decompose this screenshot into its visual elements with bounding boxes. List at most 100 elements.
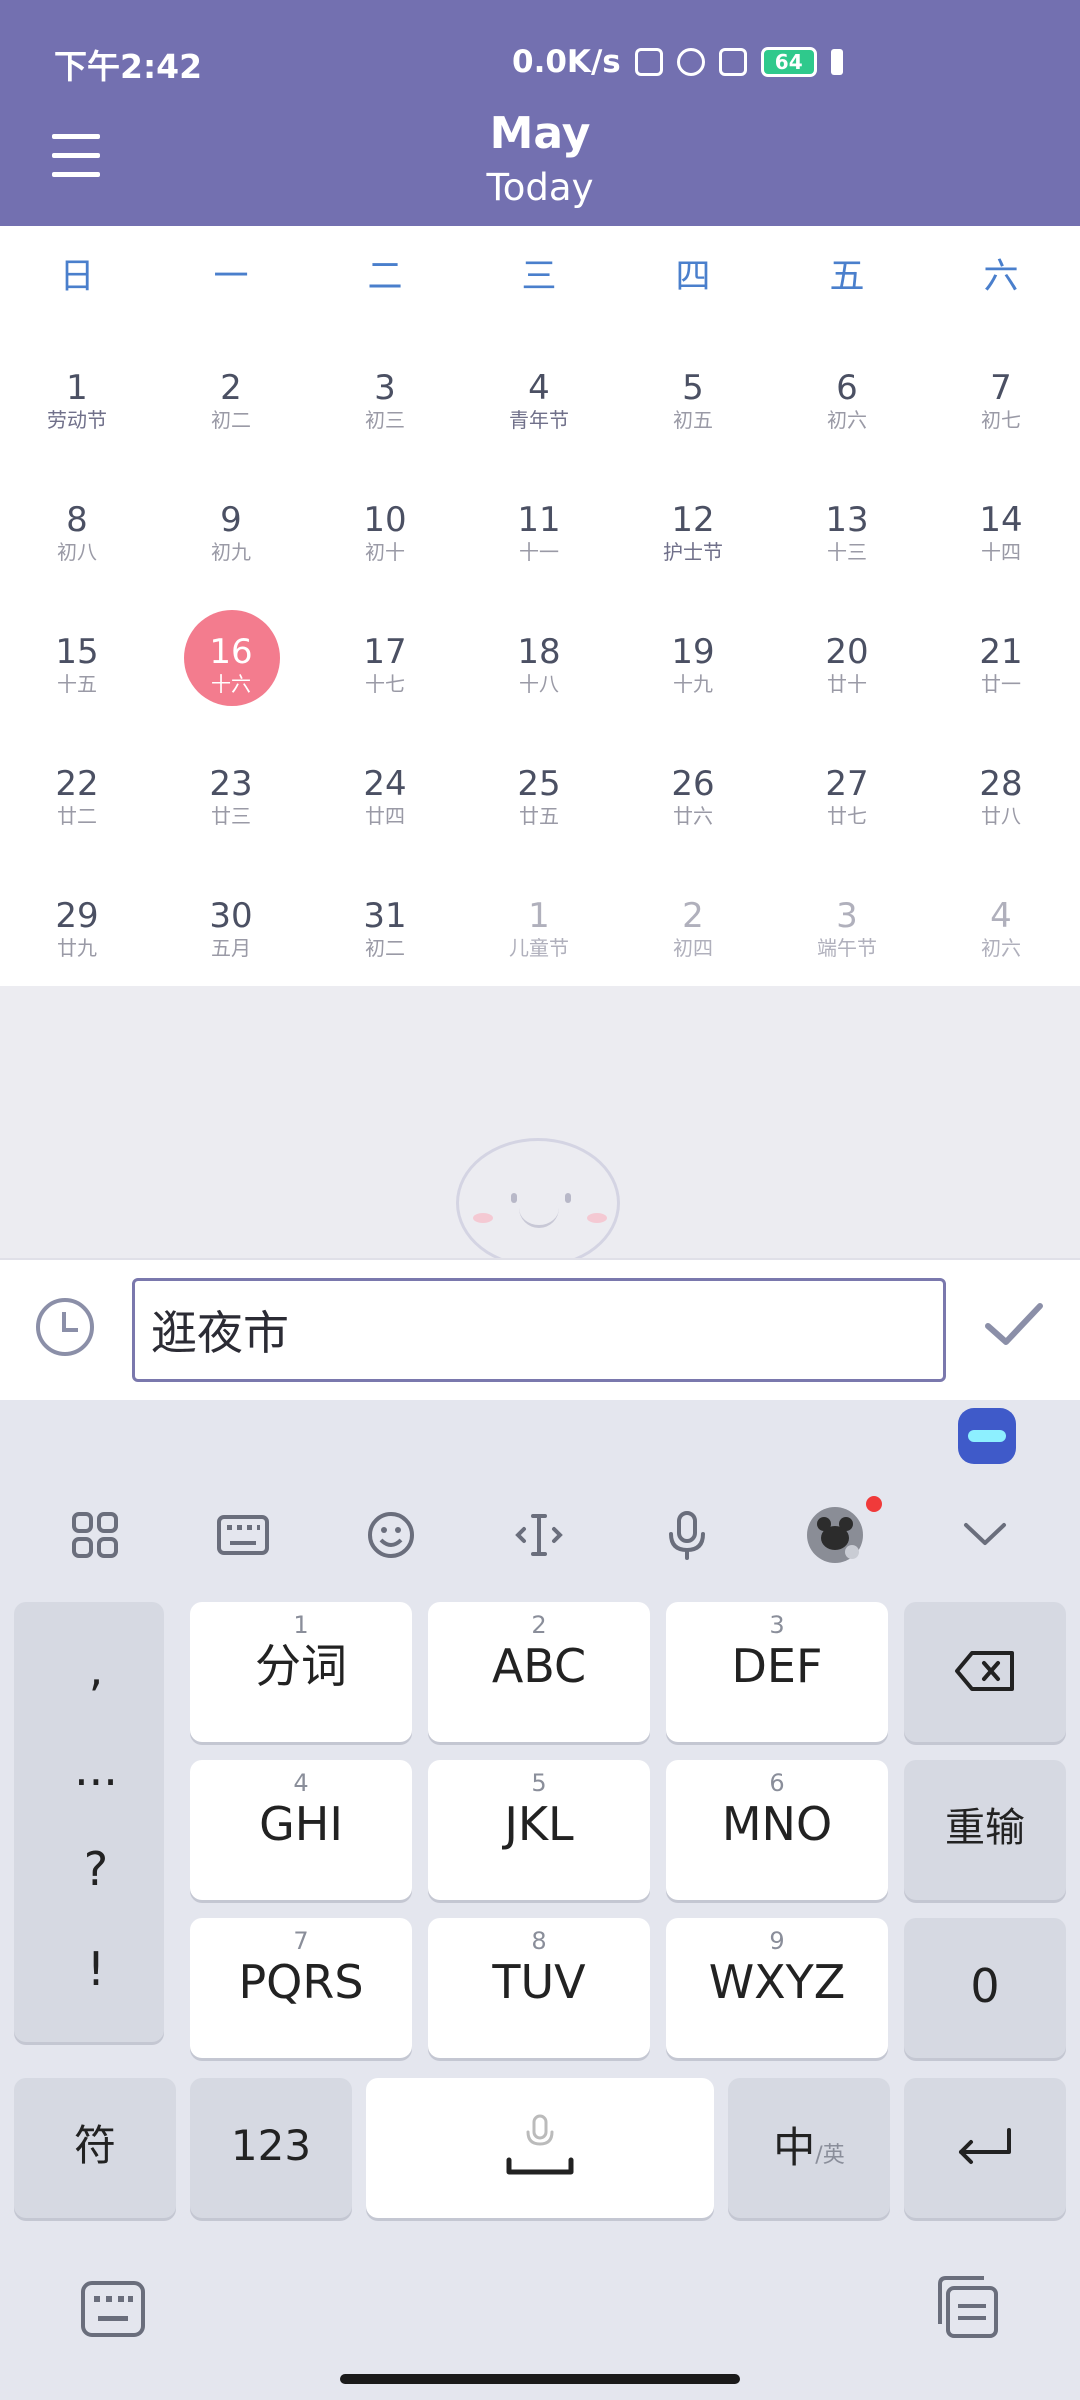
- enter-key[interactable]: [904, 2078, 1066, 2218]
- key-4[interactable]: 4 GHI: [190, 1760, 412, 1900]
- lunar-date: 初六: [827, 408, 867, 432]
- calendar-day[interactable]: 26 廿六: [616, 758, 770, 858]
- calendar-day[interactable]: 3 端午节: [770, 890, 924, 990]
- calendar-day[interactable]: 29 廿九: [0, 890, 154, 990]
- microphone-icon[interactable]: [652, 1500, 722, 1570]
- calendar-day[interactable]: 13 十三: [770, 494, 924, 594]
- notification-dot: [866, 1496, 882, 1512]
- event-title-input[interactable]: [132, 1278, 946, 1382]
- weekday-header: 三: [521, 257, 557, 297]
- calendar-day[interactable]: 11 十一: [462, 494, 616, 594]
- day-number: 20: [825, 632, 869, 672]
- calendar-day[interactable]: 30 五月: [154, 890, 308, 990]
- lunar-date: 廿九: [57, 936, 97, 960]
- calendar-day[interactable]: 20 廿十: [770, 626, 924, 726]
- calendar-day[interactable]: 4 青年节: [462, 362, 616, 462]
- day-number: 2: [682, 896, 704, 936]
- alarm-clock-icon[interactable]: [36, 1298, 94, 1356]
- question-key[interactable]: ?: [14, 1842, 178, 1896]
- clipboard-icon[interactable]: [934, 2274, 1000, 2340]
- calendar-day[interactable]: 31 初二: [308, 890, 462, 990]
- symbols-key[interactable]: 符: [14, 2078, 176, 2218]
- home-indicator[interactable]: [340, 2374, 740, 2384]
- day-number: 11: [517, 500, 561, 540]
- lunar-date: 廿一: [981, 672, 1021, 696]
- key-9[interactable]: 9 WXYZ: [666, 1918, 888, 2058]
- zero-key[interactable]: 0: [904, 1918, 1066, 2058]
- day-number: 19: [671, 632, 715, 672]
- calendar-day[interactable]: 8 初八: [0, 494, 154, 594]
- keyboard-switch-icon[interactable]: [80, 2280, 146, 2338]
- key-3[interactable]: 3 DEF: [666, 1602, 888, 1742]
- calendar-day[interactable]: 5 初五: [616, 362, 770, 462]
- network-speed: 0.0K/s: [512, 44, 621, 80]
- month-title[interactable]: May: [0, 108, 1080, 159]
- mascot-avatar-icon[interactable]: [800, 1500, 870, 1570]
- comma-key[interactable]: ,: [14, 1642, 178, 1696]
- calendar-day[interactable]: 21 廿一: [924, 626, 1078, 726]
- lunar-date: 初七: [981, 408, 1021, 432]
- calendar-day[interactable]: 1 劳动节: [0, 362, 154, 462]
- calendar-day[interactable]: 23 廿三: [154, 758, 308, 858]
- calendar-day[interactable]: 25 廿五: [462, 758, 616, 858]
- calendar-day[interactable]: 3 初三: [308, 362, 462, 462]
- ellipsis-key[interactable]: ...: [14, 1742, 178, 1796]
- cursor-move-icon[interactable]: [504, 1500, 574, 1570]
- lunar-date: 初四: [673, 936, 713, 960]
- key-6[interactable]: 6 MNO: [666, 1760, 888, 1900]
- key-8[interactable]: 8 TUV: [428, 1918, 650, 2058]
- calendar-day[interactable]: 12 护士节: [616, 494, 770, 594]
- calendar-day[interactable]: 27 廿七: [770, 758, 924, 858]
- exclamation-key[interactable]: !: [14, 1942, 178, 1996]
- calendar-day[interactable]: 6 初六: [770, 362, 924, 462]
- language-switch-key[interactable]: 中/英: [728, 2078, 890, 2218]
- weekday-header: 一: [213, 257, 249, 297]
- day-number: 5: [682, 368, 704, 408]
- calendar-day[interactable]: 9 初九: [154, 494, 308, 594]
- calendar-day[interactable]: 18 十八: [462, 626, 616, 726]
- key-1[interactable]: 1 分词: [190, 1602, 412, 1742]
- calendar-day[interactable]: 15 十五: [0, 626, 154, 726]
- collapse-keyboard-icon[interactable]: [950, 1500, 1020, 1570]
- lunar-date: 十三: [827, 540, 867, 564]
- calendar-day[interactable]: 7 初七: [924, 362, 1078, 462]
- keyboard-layout-icon[interactable]: [208, 1500, 278, 1570]
- checkmark-icon[interactable]: [982, 1294, 1046, 1354]
- calendar-day[interactable]: 19 十九: [616, 626, 770, 726]
- day-number: 8: [66, 500, 88, 540]
- day-number: 1: [528, 896, 550, 936]
- lunar-date: 初六: [981, 936, 1021, 960]
- key-5[interactable]: 5 JKL: [428, 1760, 650, 1900]
- backspace-key[interactable]: [904, 1602, 1066, 1742]
- day-number: 9: [220, 500, 242, 540]
- lunar-date: 端午节: [817, 936, 877, 960]
- calendar-day[interactable]: 24 廿四: [308, 758, 462, 858]
- day-number: 4: [528, 368, 550, 408]
- ai-assistant-icon[interactable]: [958, 1408, 1016, 1464]
- space-key[interactable]: [366, 2078, 714, 2218]
- calendar-day[interactable]: 14 十四: [924, 494, 1078, 594]
- today-button[interactable]: Today: [0, 166, 1080, 209]
- lunar-date: 初五: [673, 408, 713, 432]
- reenter-key[interactable]: 重输: [904, 1760, 1066, 1900]
- emoji-icon[interactable]: [356, 1500, 426, 1570]
- key-7[interactable]: 7 PQRS: [190, 1918, 412, 2058]
- calendar-day[interactable]: 1 儿童节: [462, 890, 616, 990]
- day-number: 24: [363, 764, 407, 804]
- numeric-key[interactable]: 123: [190, 2078, 352, 2218]
- calendar-day[interactable]: 28 廿八: [924, 758, 1078, 858]
- calendar-day[interactable]: 2 初二: [154, 362, 308, 462]
- apps-grid-icon[interactable]: [60, 1500, 130, 1570]
- calendar-day[interactable]: 4 初六: [924, 890, 1078, 990]
- calendar-day[interactable]: 10 初十: [308, 494, 462, 594]
- enter-icon: [959, 2128, 1011, 2164]
- lunar-date: 护士节: [663, 540, 723, 564]
- calendar-day[interactable]: 2 初四: [616, 890, 770, 990]
- day-number: 16: [209, 632, 253, 672]
- calendar-day-today[interactable]: 16 十六: [154, 610, 308, 726]
- day-number: 14: [979, 500, 1023, 540]
- calendar-day[interactable]: 17 十七: [308, 626, 462, 726]
- calendar-day[interactable]: 22 廿二: [0, 758, 154, 858]
- lunar-date: 十九: [673, 672, 713, 696]
- key-2[interactable]: 2 ABC: [428, 1602, 650, 1742]
